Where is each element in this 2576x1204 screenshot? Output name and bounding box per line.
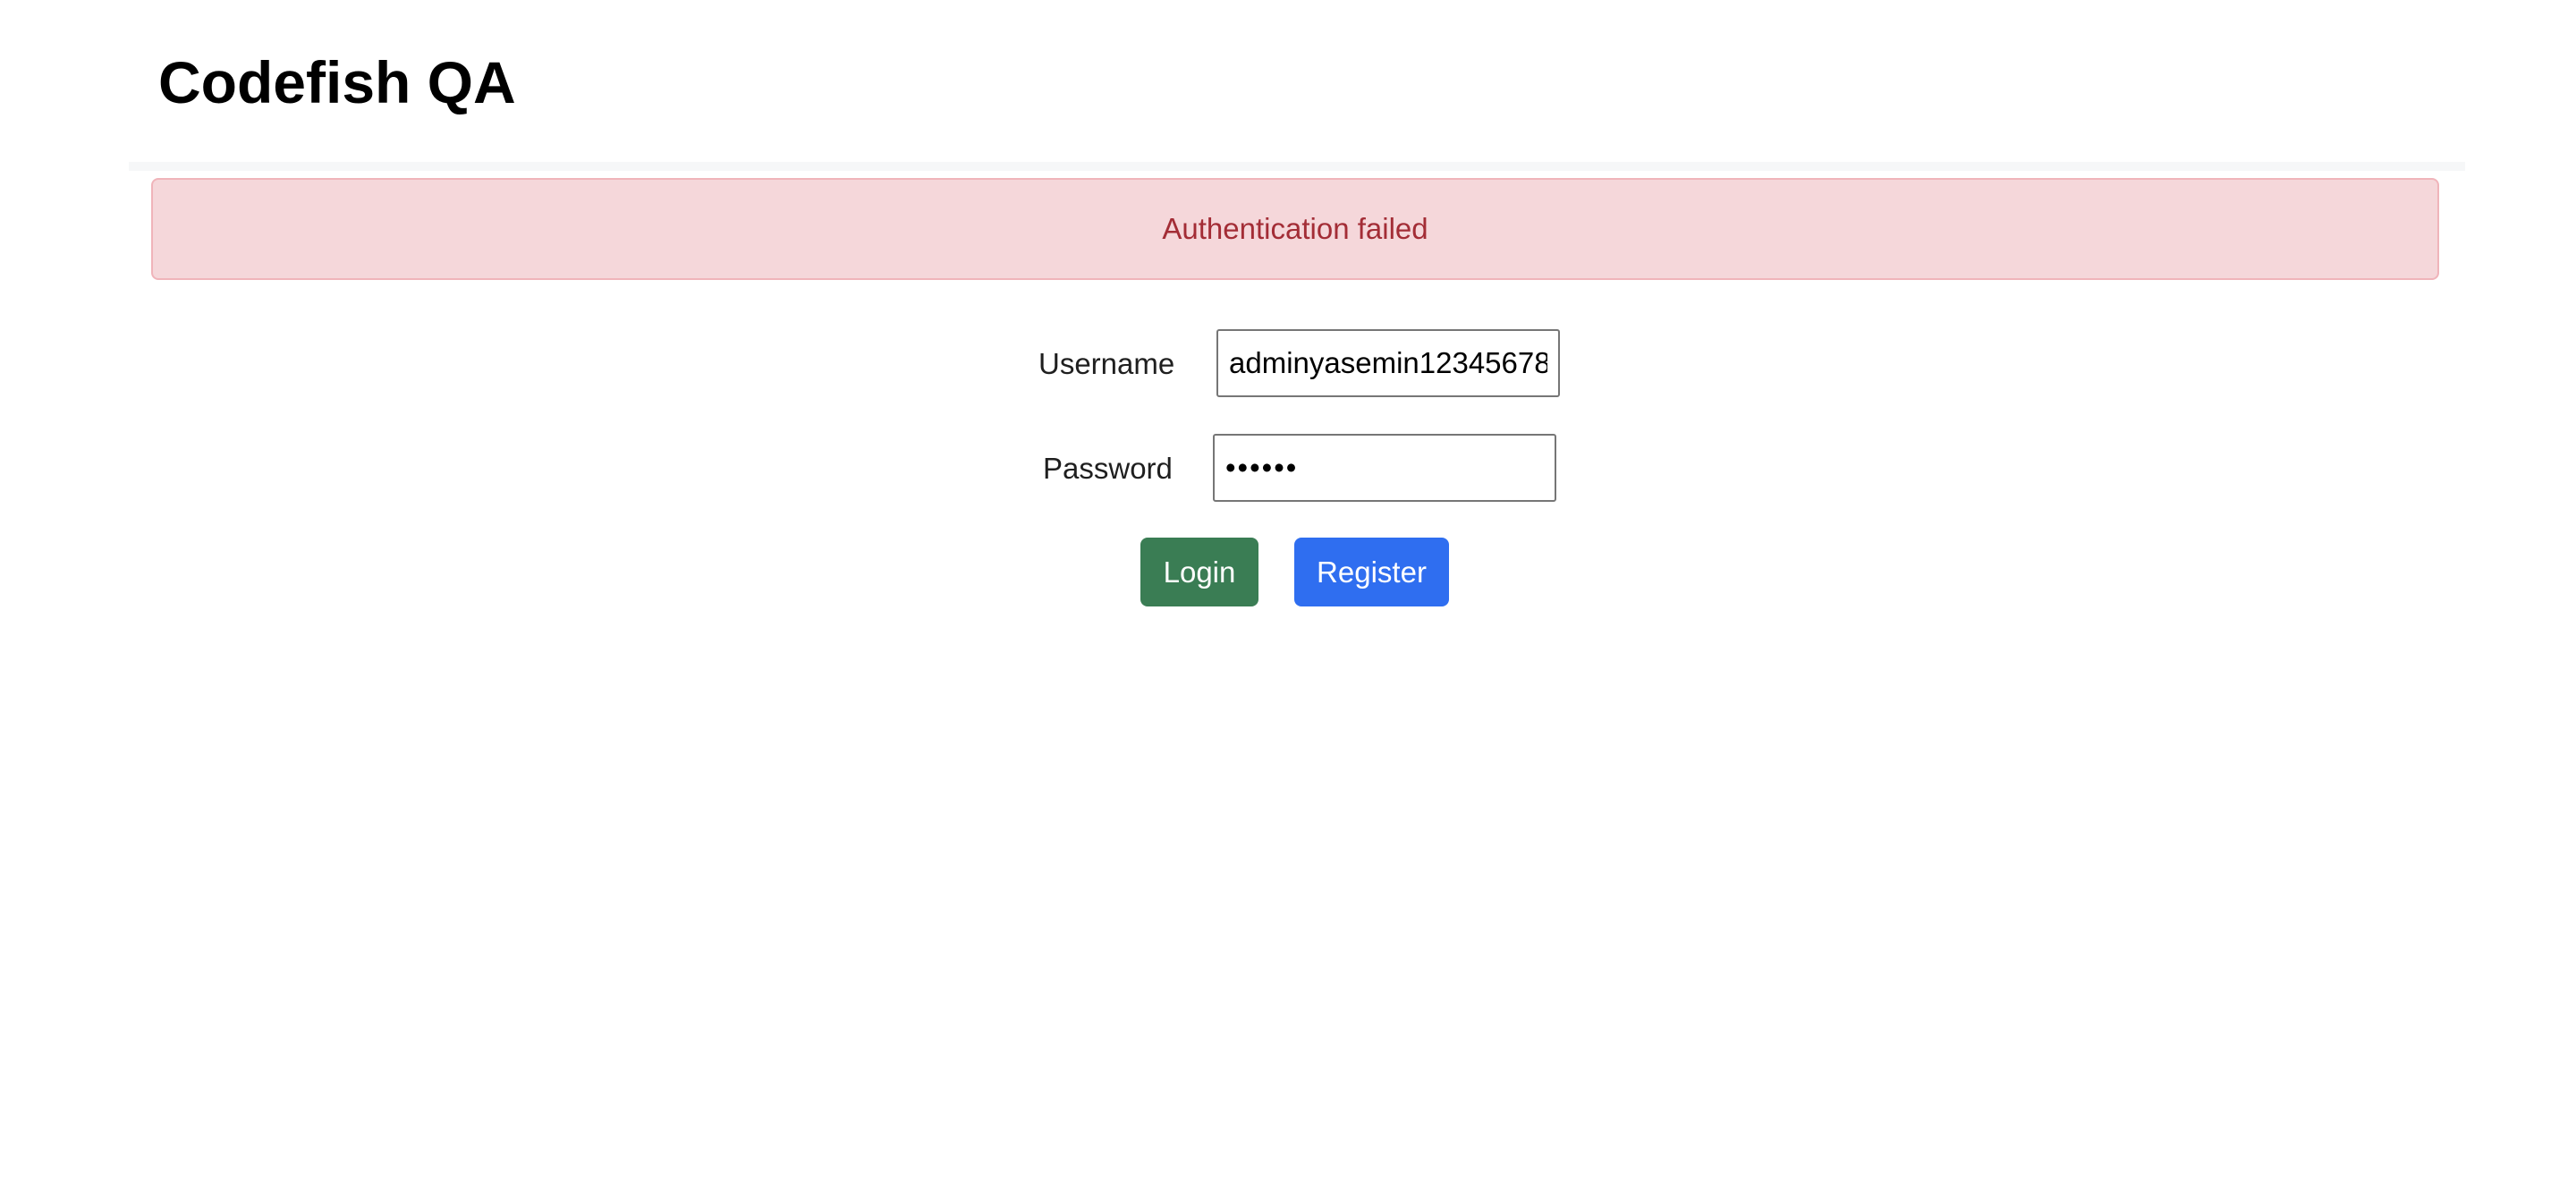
site-title: Codefish QA	[158, 49, 516, 115]
alert-message: Authentication failed	[1162, 212, 1428, 245]
password-label: Password	[1043, 452, 1173, 485]
password-input[interactable]	[1213, 434, 1556, 502]
header-divider	[129, 162, 2465, 171]
username-input[interactable]	[1216, 329, 1560, 397]
username-label: Username	[1038, 347, 1175, 380]
login-button[interactable]: Login	[1140, 538, 1258, 606]
login-page: Codefish QA Authentication failed Userna…	[0, 0, 2576, 1204]
error-alert: Authentication failed	[151, 178, 2439, 280]
register-button[interactable]: Register	[1294, 538, 1449, 606]
